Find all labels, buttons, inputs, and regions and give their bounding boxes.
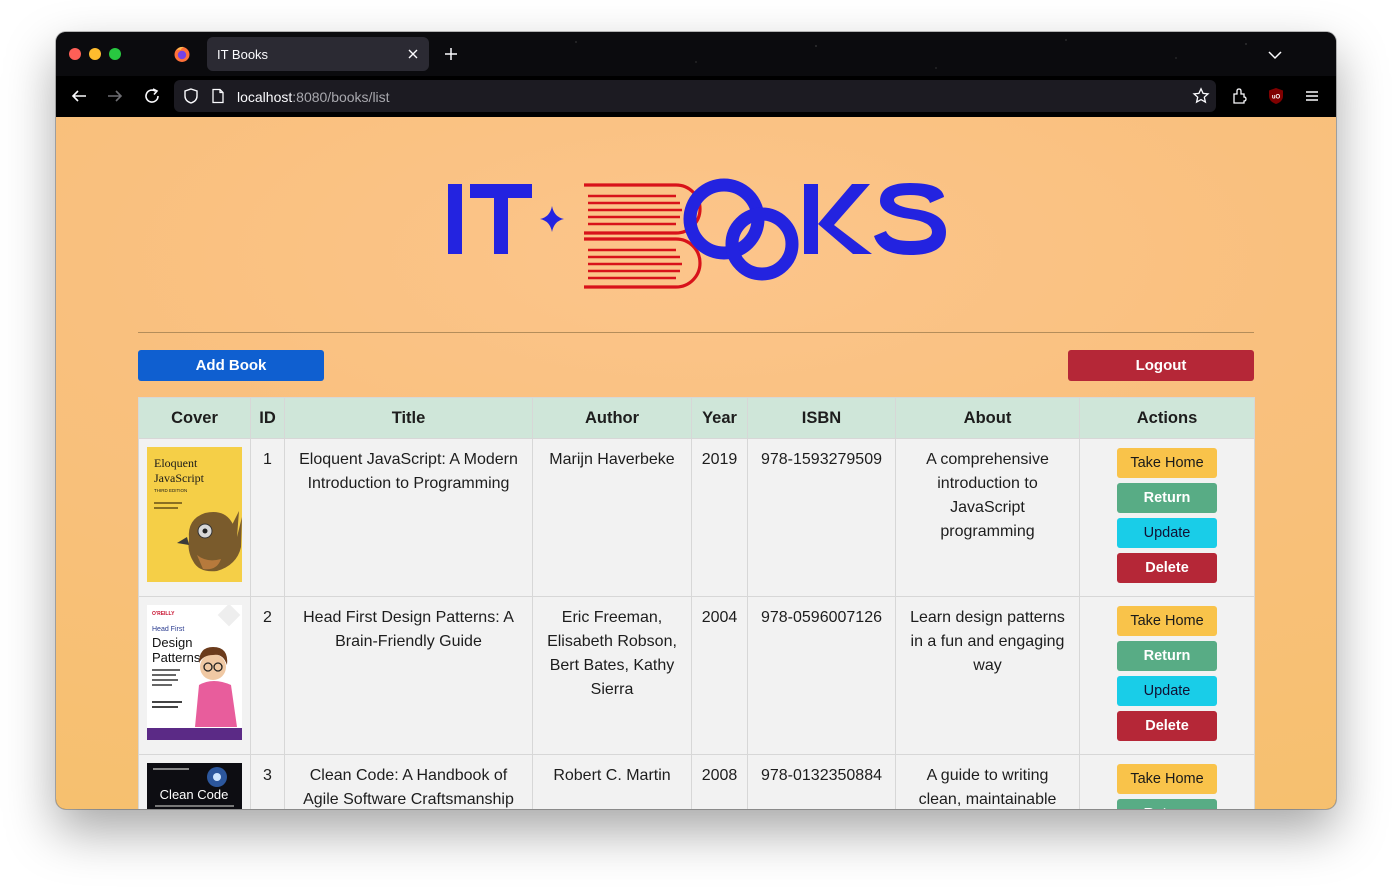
cell-about: A guide to writing clean, maintainable <box>895 754 1080 809</box>
tab-active[interactable]: IT Books <box>207 37 429 71</box>
url-bar[interactable]: localhost:8080/books/list <box>174 80 1216 112</box>
cell-isbn: 978-0132350884 <box>747 754 896 809</box>
table-row: O'REILLY Head First Design Patterns 2 He… <box>138 596 1255 755</box>
column-header-year: Year <box>691 397 748 439</box>
cover-text: JavaScript <box>154 471 205 485</box>
cover-text: Eloquent <box>154 456 198 470</box>
column-header-author: Author <box>532 397 692 439</box>
column-header-id: ID <box>250 397 285 439</box>
actions-group: Take Home Return Update Delete <box>1088 764 1246 809</box>
extensions-icon[interactable] <box>1231 87 1249 105</box>
column-header-isbn: ISBN <box>747 397 896 439</box>
cover-cell: Clean Code <box>138 754 251 809</box>
cell-title: Clean Code: A Handbook of Agile Software… <box>284 754 533 809</box>
it-books-logo <box>448 178 946 289</box>
cell-id: 3 <box>250 754 285 809</box>
cell-actions: Take Home Return Update Delete <box>1079 596 1255 755</box>
cover-text: Head First <box>152 626 184 633</box>
cover-text: THIRD EDITION <box>154 488 187 493</box>
books-table: Cover ID Title Author Year ISBN About Ac… <box>138 397 1255 809</box>
cover-cell: Eloquent JavaScript THIRD EDITION <box>138 438 251 597</box>
column-header-title: Title <box>284 397 533 439</box>
url-path: :8080/books/list <box>292 89 390 105</box>
cell-year: 2004 <box>691 596 748 755</box>
actions-group: Take Home Return Update Delete <box>1088 606 1246 741</box>
cover-text: Design <box>152 635 192 650</box>
cell-id: 2 <box>250 596 285 755</box>
cell-about: Learn design patterns in a fun and engag… <box>895 596 1080 755</box>
column-header-actions: Actions <box>1079 397 1255 439</box>
cell-isbn: 978-0596007126 <box>747 596 896 755</box>
book-cover-head-first-design-patterns[interactable]: O'REILLY Head First Design Patterns <box>147 605 242 740</box>
cell-author: Eric Freeman, Elisabeth Robson, Bert Bat… <box>532 596 692 755</box>
delete-button[interactable]: Delete <box>1117 711 1217 741</box>
navigation-bar: localhost:8080/books/list uO <box>56 76 1336 117</box>
take-home-button[interactable]: Take Home <box>1117 606 1217 636</box>
take-home-button[interactable]: Take Home <box>1117 448 1217 478</box>
window-maximize-button[interactable] <box>109 48 121 60</box>
ublock-origin-icon[interactable]: uO <box>1268 87 1284 105</box>
add-book-button[interactable]: Add Book <box>138 350 324 381</box>
return-button[interactable]: Return <box>1117 641 1217 671</box>
cell-title: Eloquent JavaScript: A Modern Introducti… <box>284 438 533 597</box>
cell-about: A comprehensive introduction to JavaScri… <box>895 438 1080 597</box>
svg-text:uO: uO <box>1272 95 1281 101</box>
logout-button[interactable]: Logout <box>1068 350 1254 381</box>
back-arrow-icon[interactable] <box>70 87 88 105</box>
browser-window: IT Books localhost:8080/books/list uO Ad… <box>56 32 1336 809</box>
header-divider <box>138 332 1254 333</box>
cell-author: Marijn Haverbeke <box>532 438 692 597</box>
window-minimize-button[interactable] <box>89 48 101 60</box>
update-button[interactable]: Update <box>1117 518 1217 548</box>
book-cover-clean-code[interactable]: Clean Code <box>147 763 242 809</box>
cover-cell: O'REILLY Head First Design Patterns <box>138 596 251 755</box>
cell-isbn: 978-1593279509 <box>747 438 896 597</box>
menu-icon[interactable] <box>1303 87 1321 105</box>
close-tab-icon[interactable] <box>405 46 421 62</box>
forward-arrow-icon[interactable] <box>106 87 124 105</box>
cover-text: Patterns <box>152 650 201 665</box>
take-home-button[interactable]: Take Home <box>1117 764 1217 794</box>
actions-group: Take Home Return Update Delete <box>1088 448 1246 583</box>
url-text[interactable]: localhost:8080/books/list <box>237 89 390 105</box>
column-header-about: About <box>895 397 1080 439</box>
cover-text: O'REILLY <box>152 611 175 617</box>
cell-id: 1 <box>250 438 285 597</box>
cover-text: Clean Code <box>160 787 229 802</box>
cell-title: Head First Design Patterns: A Brain-Frie… <box>284 596 533 755</box>
tab-title: IT Books <box>217 47 269 62</box>
table-row: Clean Code 3 Clean Code: A Handbook of A… <box>138 754 1255 809</box>
window-close-button[interactable] <box>69 48 81 60</box>
url-host: localhost <box>237 89 293 105</box>
column-header-cover: Cover <box>138 397 251 439</box>
chevron-down-icon[interactable] <box>1267 47 1283 63</box>
new-tab-icon[interactable] <box>443 46 459 62</box>
update-button[interactable]: Update <box>1117 676 1217 706</box>
table-row: Eloquent JavaScript THIRD EDITION 1 Eloq… <box>138 438 1255 597</box>
cell-author: Robert C. Martin <box>532 754 692 809</box>
return-button[interactable]: Return <box>1117 483 1217 513</box>
firefox-icon[interactable] <box>173 45 191 63</box>
bookmark-star-icon[interactable] <box>1192 87 1210 105</box>
table-header-row: Cover ID Title Author Year ISBN About Ac… <box>138 397 1255 439</box>
book-cover-eloquent-javascript[interactable]: Eloquent JavaScript THIRD EDITION <box>147 447 242 582</box>
delete-button[interactable]: Delete <box>1117 553 1217 583</box>
cell-actions: Take Home Return Update Delete <box>1079 438 1255 597</box>
return-button[interactable]: Return <box>1117 799 1217 809</box>
tab-bar: IT Books <box>56 32 1336 76</box>
cell-actions: Take Home Return Update Delete <box>1079 754 1255 809</box>
page-icon <box>212 88 224 104</box>
page-viewport: Add Book Logout Cover ID Title Author Ye… <box>56 117 1336 809</box>
cell-year: 2008 <box>691 754 748 809</box>
shield-icon[interactable] <box>182 87 200 105</box>
cell-year: 2019 <box>691 438 748 597</box>
reload-icon[interactable] <box>143 87 161 105</box>
